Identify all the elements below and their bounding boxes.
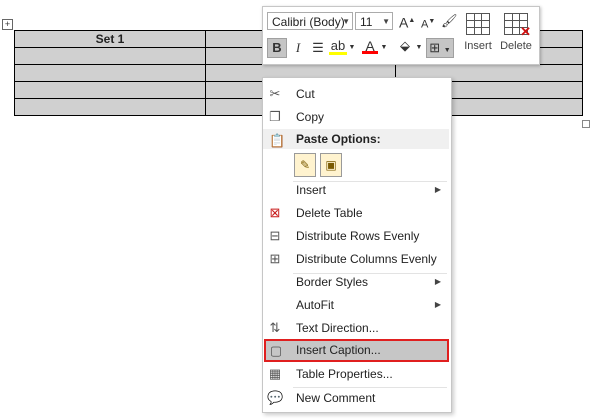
delete-table-icon: ✕ — [504, 13, 531, 39]
table-cell[interactable] — [14, 81, 206, 99]
borders-button[interactable]: ⊞ ▼ — [426, 38, 454, 58]
chevron-down-icon[interactable]: ▼ — [342, 13, 350, 31]
mini-toolbar: Calibri (Body) ▼ 11 ▼ A▲ A▼ 🖌 B I ☰ ab ▼… — [262, 6, 540, 65]
copy-icon: ❐ — [269, 109, 281, 124]
distribute-rows-icon: ⊟ — [269, 228, 281, 243]
menu-item-table-properties[interactable]: ▦ Table Properties... — [263, 363, 449, 385]
chevron-down-icon[interactable]: ▼ — [380, 39, 388, 57]
scissors-icon: ✂ — [269, 86, 281, 101]
paste-options-header: 📋 Paste Options: — [263, 129, 449, 149]
table-properties-icon: ▦ — [268, 366, 282, 381]
table-cell-set-1[interactable]: Set 1 — [14, 30, 206, 48]
menu-item-copy[interactable]: ❐ Copy — [263, 106, 449, 128]
italic-button[interactable]: I — [290, 39, 306, 57]
text-direction-icon: ⇅ — [269, 320, 281, 335]
clipboard-icon: 📋 — [269, 133, 286, 148]
menu-item-cut[interactable]: ✂ Cut — [263, 83, 449, 105]
highlight-color-button[interactable]: ab — [329, 37, 347, 55]
font-color-button[interactable]: A — [362, 37, 378, 54]
caption-icon: ▢ — [269, 343, 283, 358]
context-menu: ✂ Cut ❐ Copy 📋 Paste Options: ✎ ▣ Insert… — [262, 77, 452, 413]
menu-item-new-comment[interactable]: 💬 New Comment — [263, 387, 449, 409]
center-align-icon[interactable]: ☰ — [310, 39, 326, 57]
grow-font-button[interactable]: A▲ — [399, 12, 415, 32]
font-size-dropdown[interactable]: 11 ▼ — [355, 12, 393, 30]
table-cell[interactable] — [14, 47, 206, 65]
menu-item-text-direction[interactable]: ⇅ Text Direction... — [263, 317, 449, 339]
shading-icon[interactable]: ⬙ — [396, 37, 414, 55]
menu-item-autofit[interactable]: AutoFit ▶ — [263, 294, 449, 316]
format-painter-icon[interactable]: 🖌 — [441, 12, 458, 30]
font-name-dropdown[interactable]: Calibri (Body) ▼ — [267, 12, 353, 30]
menu-item-insert[interactable]: Insert ▶ — [263, 179, 449, 201]
delete-table-icon: ⊠ — [269, 205, 281, 220]
chevron-down-icon[interactable]: ▼ — [348, 39, 356, 57]
chevron-right-icon: ▶ — [434, 300, 441, 309]
table-cell[interactable] — [14, 64, 206, 82]
distribute-columns-icon: ⊞ — [269, 251, 281, 266]
insert-label: Insert — [464, 40, 492, 52]
font-size-value: 11 — [360, 15, 373, 29]
chevron-right-icon: ▶ — [434, 277, 441, 286]
paste-picture-icon[interactable]: ▣ — [320, 153, 342, 177]
comment-icon: 💬 — [267, 390, 284, 405]
menu-item-distribute-rows[interactable]: ⊟ Distribute Rows Evenly — [263, 225, 449, 247]
menu-item-delete-table[interactable]: ⊠ Delete Table — [263, 202, 449, 224]
shrink-font-button[interactable]: A▼ — [421, 13, 435, 34]
chevron-down-icon[interactable]: ▼ — [415, 39, 423, 57]
menu-item-border-styles[interactable]: Border Styles ▶ — [263, 271, 449, 293]
table-cell[interactable] — [14, 98, 206, 116]
menu-item-distribute-columns[interactable]: ⊞ Distribute Columns Evenly — [263, 248, 449, 270]
chevron-right-icon: ▶ — [434, 185, 441, 194]
bold-button[interactable]: B — [267, 38, 287, 58]
highlight-color-bar — [329, 52, 347, 55]
delete-table-button[interactable]: ✕ Delete — [499, 11, 533, 52]
insert-table-button[interactable]: Insert — [461, 11, 495, 52]
font-name-value: Calibri (Body) — [272, 15, 345, 29]
table-move-handle[interactable]: + — [2, 19, 13, 30]
chevron-down-icon[interactable]: ▼ — [382, 13, 390, 31]
menu-item-insert-caption[interactable]: ▢ Insert Caption... — [264, 339, 449, 362]
table-resize-handle[interactable] — [582, 120, 590, 128]
insert-table-icon — [466, 13, 490, 35]
paste-merge-formatting-icon[interactable]: ✎ — [294, 153, 316, 177]
delete-label: Delete — [500, 40, 532, 52]
